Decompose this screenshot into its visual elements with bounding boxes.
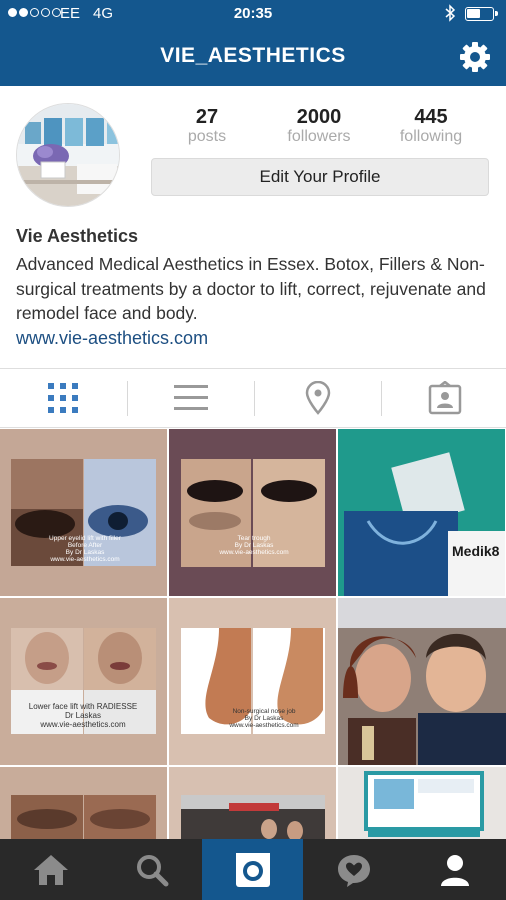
photo-tile[interactable]: Upper eyelid lift with filler Before Aft…	[0, 429, 167, 596]
person-icon	[441, 854, 469, 886]
tab-grid-view[interactable]	[0, 369, 126, 427]
posts-count: 27	[195, 106, 219, 128]
camera-icon	[235, 852, 270, 887]
following-stat[interactable]: 445 following	[376, 106, 486, 146]
tab-map-view[interactable]	[255, 369, 381, 427]
photo-tile[interactable]: Lower face lift with RADIESSE Dr Laskas …	[0, 598, 167, 765]
photo-tile[interactable]	[0, 767, 167, 839]
photo-caption: Dr Laskas	[64, 711, 101, 720]
tab-activity[interactable]	[303, 839, 404, 900]
profile-username-title: VIE_AESTHETICS	[160, 44, 346, 67]
tab-list-view[interactable]	[128, 369, 254, 427]
posts-stat[interactable]: 27 posts	[152, 106, 262, 146]
photo-tile[interactable]	[338, 598, 506, 765]
following-count: 445	[414, 106, 448, 128]
bluetooth-icon	[444, 4, 456, 27]
tab-home[interactable]	[0, 839, 101, 900]
posts-label: posts	[187, 128, 227, 145]
photo-grid: Upper eyelid lift with filler Before Aft…	[0, 429, 506, 839]
photo-caption: www.vie-aesthetics.com	[50, 556, 120, 563]
tab-camera[interactable]	[202, 839, 303, 900]
gear-icon[interactable]	[459, 41, 491, 73]
tagged-person-icon	[428, 381, 462, 415]
photo-caption: By Dr Laskas	[234, 542, 274, 549]
search-icon	[136, 854, 168, 886]
home-icon	[33, 854, 68, 885]
photo-caption: www.vie-aesthetics.com	[229, 722, 299, 729]
status-bar: EE 4G 20:35	[0, 0, 506, 28]
tab-explore[interactable]	[101, 839, 202, 900]
tab-tagged-view[interactable]	[382, 369, 506, 427]
profile-website-link[interactable]: www.vie-aesthetics.com	[16, 328, 208, 349]
tab-profile[interactable]	[404, 839, 506, 900]
grid-icon	[48, 383, 78, 413]
clock: 20:35	[233, 5, 273, 22]
photo-tile[interactable]	[169, 767, 336, 839]
photo-tile[interactable]	[338, 767, 506, 839]
photo-caption: Non-surgical nose job	[232, 708, 296, 715]
followers-count: 2000	[296, 106, 342, 128]
photo-tile[interactable]: Tear trough By Dr Laskas www.vie-aesthet…	[169, 429, 336, 596]
photo-caption: Tear trough	[237, 535, 271, 542]
profile-bio: Advanced Medical Aesthetics in Essex. Bo…	[16, 254, 486, 323]
followers-stat[interactable]: 2000 followers	[264, 106, 374, 146]
followers-label: followers	[287, 128, 351, 145]
photo-caption: By Dr Laskas	[65, 549, 105, 556]
photo-caption: www.vie-aesthetics.com	[219, 549, 289, 556]
photo-caption: By Dr Laskas	[244, 715, 284, 722]
photo-tile[interactable]: Medik8	[338, 429, 505, 596]
photo-tile[interactable]: Non-surgical nose job By Dr Laskas www.v…	[169, 598, 336, 765]
photo-brand-text: Medik8	[452, 543, 500, 559]
location-pin-icon	[305, 381, 331, 415]
battery-icon	[465, 7, 498, 21]
profile-avatar[interactable]	[16, 103, 120, 207]
photo-caption: Before After	[67, 542, 103, 549]
following-label: following	[399, 128, 463, 145]
bottom-tab-bar	[0, 839, 506, 900]
edit-profile-button[interactable]: Edit Your Profile	[151, 158, 489, 196]
profile-name: Vie Aesthetics	[16, 226, 139, 246]
heart-bubble-icon	[337, 854, 370, 887]
profile-view-tabs	[0, 368, 506, 428]
profile-stats: 27 posts 2000 followers 445 following	[150, 106, 490, 148]
photo-caption: www.vie-aesthetics.com	[40, 720, 126, 729]
photo-caption: Lower face lift with RADIESSE	[28, 702, 138, 711]
photo-caption: Upper eyelid lift with filler	[49, 535, 121, 542]
top-bar: EE 4G 20:35 VIE_AESTHETICS	[0, 0, 506, 86]
list-icon	[174, 385, 208, 410]
